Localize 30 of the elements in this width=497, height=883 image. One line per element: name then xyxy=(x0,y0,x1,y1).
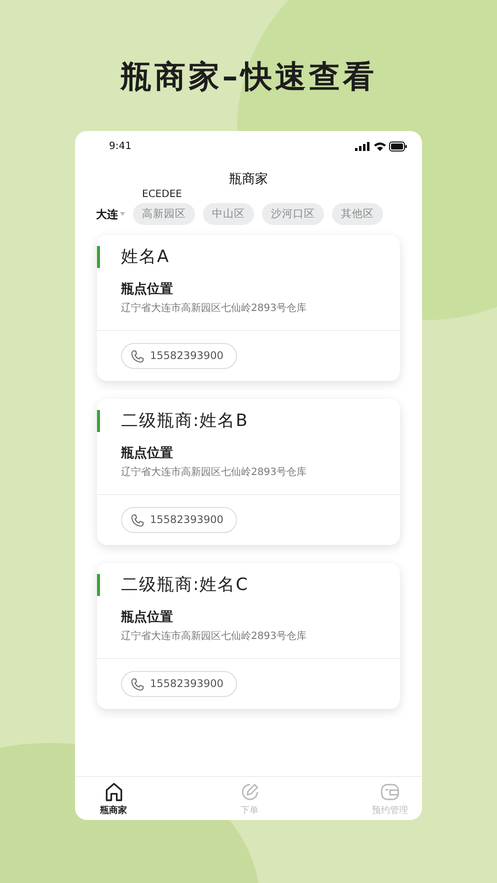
accent-bar xyxy=(97,246,100,268)
phone-icon xyxy=(130,676,145,692)
phone-button[interactable]: 15582393900 xyxy=(121,671,236,697)
address-text: 辽宁省大连市高新园区七仙岭2893号仓库 xyxy=(121,302,308,315)
tab-item[interactable]: 瓶商家 xyxy=(100,781,127,817)
merchant-name: 二级瓶商:姓名C xyxy=(121,574,249,596)
accent-bar xyxy=(97,574,100,596)
status-icons xyxy=(355,140,407,152)
location-label: 瓶点位置 xyxy=(121,609,174,626)
location-label: 瓶点位置 xyxy=(121,445,174,462)
merchant-card[interactable]: 姓名A 瓶点位置 辽宁省大连市高新园区七仙岭2893号仓库 15582393900 xyxy=(97,235,400,381)
city-selector[interactable]: 大连 xyxy=(96,206,125,222)
address-text: 辽宁省大连市高新园区七仙岭2893号仓库 xyxy=(121,466,308,479)
location-label: 瓶点位置 xyxy=(121,281,174,298)
accent-bar xyxy=(97,410,100,432)
page-title: 瓶商家 xyxy=(228,171,269,188)
wallet-icon xyxy=(379,781,401,803)
caret-icon xyxy=(120,212,125,216)
phone-icon xyxy=(130,512,145,528)
phone-icon xyxy=(130,348,145,364)
status-time: 9:41 xyxy=(109,140,132,152)
merchant-name: 二级瓶商:姓名B xyxy=(121,410,248,432)
phone-button[interactable]: 15582393900 xyxy=(121,507,236,533)
merchant-card[interactable]: 二级瓶商:姓名B 瓶点位置 辽宁省大连市高新园区七仙岭2893号仓库 15582393900 xyxy=(97,399,400,545)
merchant-name: 姓名A xyxy=(121,246,170,268)
merchant-card[interactable]: 二级瓶商:姓名C 瓶点位置 辽宁省大连市高新园区七仙岭2893号仓库 15582393900 xyxy=(97,563,400,709)
address-text: 辽宁省大连市高新园区七仙岭2893号仓库 xyxy=(121,630,308,643)
headline: 瓶商家–快速查看 xyxy=(120,58,377,97)
phone-button[interactable]: 15582393900 xyxy=(121,343,236,369)
note-text: ECEDEE xyxy=(142,189,183,200)
